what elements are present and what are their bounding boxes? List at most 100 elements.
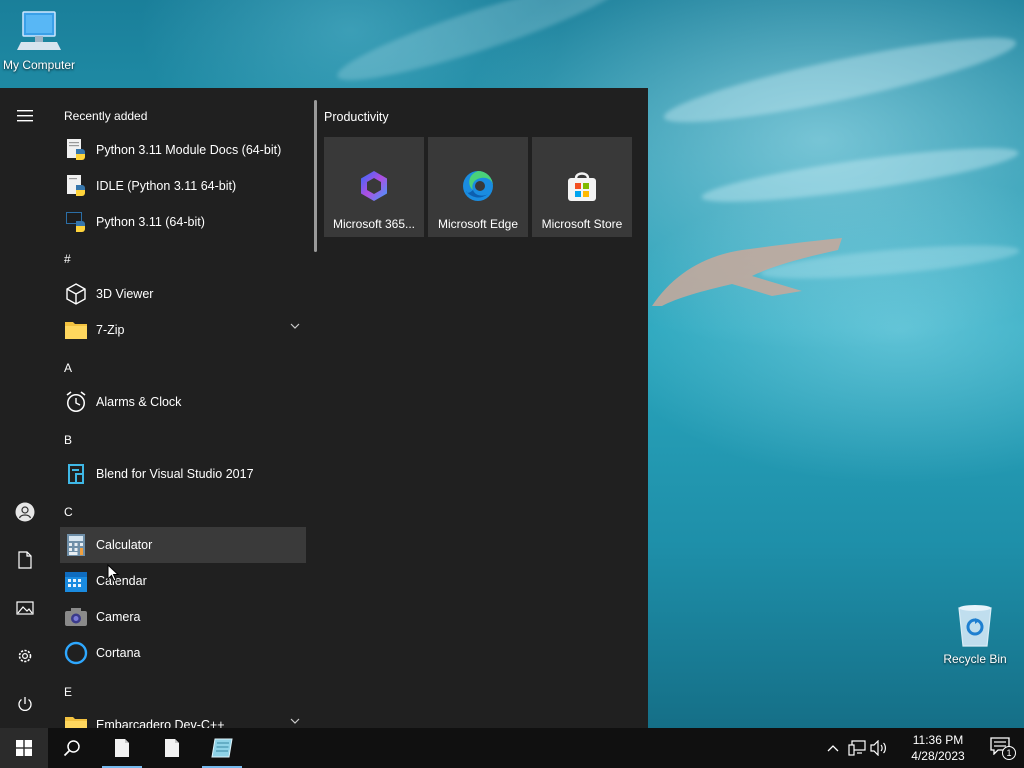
taskbar-clock[interactable]: 11:36 PM 4/28/2023 — [896, 732, 980, 764]
file-icon — [115, 739, 129, 757]
search-icon — [63, 740, 80, 757]
desktop-icon-label: Recycle Bin — [943, 652, 1007, 666]
app-item-blend[interactable]: Blend for Visual Studio 2017 — [60, 456, 306, 492]
documents-button[interactable] — [5, 540, 45, 580]
tile-microsoft-store[interactable]: Microsoft Store — [532, 137, 632, 237]
taskbar: 11:36 PM 4/28/2023 1 — [0, 728, 1024, 768]
recently-added-header: Recently added — [64, 109, 148, 123]
app-item-embarcadero[interactable]: Embarcadero Dev-C++ — [60, 707, 306, 728]
pictures-icon — [16, 601, 34, 615]
system-tray: 11:36 PM 4/28/2023 1 — [824, 728, 1024, 768]
app-item-alarms-clock[interactable]: Alarms & Clock — [60, 384, 306, 420]
python-icon — [64, 210, 88, 234]
tile-group-title[interactable]: Productivity — [324, 110, 389, 124]
notification-count-badge: 1 — [1002, 746, 1016, 760]
wallpaper-diver — [652, 238, 842, 306]
desktop-icon-recycle-bin[interactable]: Recycle Bin — [930, 602, 1020, 666]
chevron-down-icon[interactable] — [290, 718, 300, 724]
notepad-icon — [211, 738, 233, 758]
app-item-cortana[interactable]: Cortana — [60, 635, 306, 671]
pictures-button[interactable] — [5, 588, 45, 628]
app-label: 7-Zip — [96, 323, 125, 337]
windows-start-icon — [16, 740, 32, 756]
camera-icon — [64, 605, 88, 629]
power-icon — [18, 697, 32, 711]
clock-time: 11:36 PM — [912, 733, 964, 747]
calculator-icon — [64, 533, 88, 557]
wallpaper-wave — [331, 0, 629, 96]
expand-menu-button[interactable] — [5, 96, 45, 136]
app-label: Cortana — [96, 646, 141, 660]
app-label: Calculator — [96, 538, 153, 552]
settings-gear-icon — [18, 649, 32, 663]
document-icon — [18, 551, 32, 569]
tile-label: Microsoft 365... — [332, 217, 416, 231]
app-label: Embarcadero Dev-C++ — [96, 718, 225, 728]
app-label: Calendar — [96, 574, 147, 588]
microsoft-365-icon — [361, 171, 387, 201]
app-item-3d-viewer[interactable]: 3D Viewer — [60, 276, 306, 312]
recycle-bin-icon — [958, 605, 992, 647]
wallpaper-wave — [659, 23, 1021, 137]
network-icon — [848, 740, 866, 756]
python-docs-icon — [64, 138, 88, 162]
app-label: Python 3.11 Module Docs (64-bit) — [96, 143, 282, 157]
app-item-calculator[interactable]: Calculator — [60, 527, 306, 563]
group-header-hash[interactable]: # — [64, 252, 71, 266]
app-label: Blend for Visual Studio 2017 — [96, 467, 254, 481]
volume-button[interactable] — [870, 739, 888, 757]
tile-label: Microsoft Edge — [437, 217, 519, 231]
hamburger-menu-icon — [17, 110, 33, 122]
store-icon — [568, 172, 596, 201]
app-label: Python 3.11 (64-bit) — [96, 215, 205, 229]
python-idle-icon — [64, 174, 88, 198]
start-button[interactable] — [0, 728, 48, 768]
speaker-icon — [870, 740, 886, 756]
mouse-cursor-icon — [107, 564, 119, 582]
computer-icon — [17, 11, 61, 50]
calendar-icon — [64, 569, 88, 593]
wallpaper-wave — [699, 137, 1021, 213]
app-list: Recently added Python 3.11 Module Docs (… — [50, 88, 312, 728]
taskbar-app-file-1[interactable] — [98, 728, 146, 768]
app-item-7zip[interactable]: 7-Zip — [60, 312, 306, 348]
network-button[interactable] — [848, 739, 866, 757]
alarm-clock-icon — [64, 390, 88, 414]
tile-microsoft-365[interactable]: Microsoft 365... — [324, 137, 424, 237]
app-item-python-docs[interactable]: Python 3.11 Module Docs (64-bit) — [60, 132, 306, 168]
app-item-python[interactable]: Python 3.11 (64-bit) — [60, 204, 306, 240]
app-list-scrollbar[interactable] — [314, 100, 317, 252]
app-item-calendar[interactable]: Calendar — [60, 563, 306, 599]
user-account-button[interactable] — [5, 492, 45, 532]
taskbar-app-notepad[interactable] — [198, 728, 246, 768]
edge-icon — [463, 171, 493, 201]
folder-icon — [64, 318, 88, 342]
power-button[interactable] — [5, 684, 45, 724]
action-center-button[interactable]: 1 — [990, 737, 1016, 760]
chevron-up-icon — [827, 745, 839, 752]
file-icon — [165, 739, 179, 757]
tiles-area: Productivity Microsoft 365... Microsoft … — [318, 88, 648, 728]
group-header-e[interactable]: E — [64, 685, 72, 699]
app-label: IDLE (Python 3.11 64-bit) — [96, 179, 237, 193]
chevron-down-icon[interactable] — [290, 323, 300, 329]
blend-icon — [64, 462, 88, 486]
settings-button[interactable] — [5, 636, 45, 676]
search-button[interactable] — [48, 728, 96, 768]
app-label: 3D Viewer — [96, 287, 154, 301]
group-header-a[interactable]: A — [64, 361, 72, 375]
app-item-camera[interactable]: Camera — [60, 599, 306, 635]
app-item-python-idle[interactable]: IDLE (Python 3.11 64-bit) — [60, 168, 306, 204]
group-header-c[interactable]: C — [64, 505, 73, 519]
folder-icon — [64, 713, 88, 728]
show-hidden-icons-button[interactable] — [824, 739, 842, 757]
group-header-b[interactable]: B — [64, 433, 72, 447]
desktop-icon-my-computer[interactable]: My Computer — [0, 8, 84, 72]
tile-label: Microsoft Store — [541, 217, 623, 231]
app-label: Camera — [96, 610, 141, 624]
cube-icon — [64, 282, 88, 306]
desktop-icon-label: My Computer — [2, 58, 76, 72]
cortana-icon — [64, 641, 88, 665]
taskbar-app-file-2[interactable] — [148, 728, 196, 768]
tile-microsoft-edge[interactable]: Microsoft Edge — [428, 137, 528, 237]
